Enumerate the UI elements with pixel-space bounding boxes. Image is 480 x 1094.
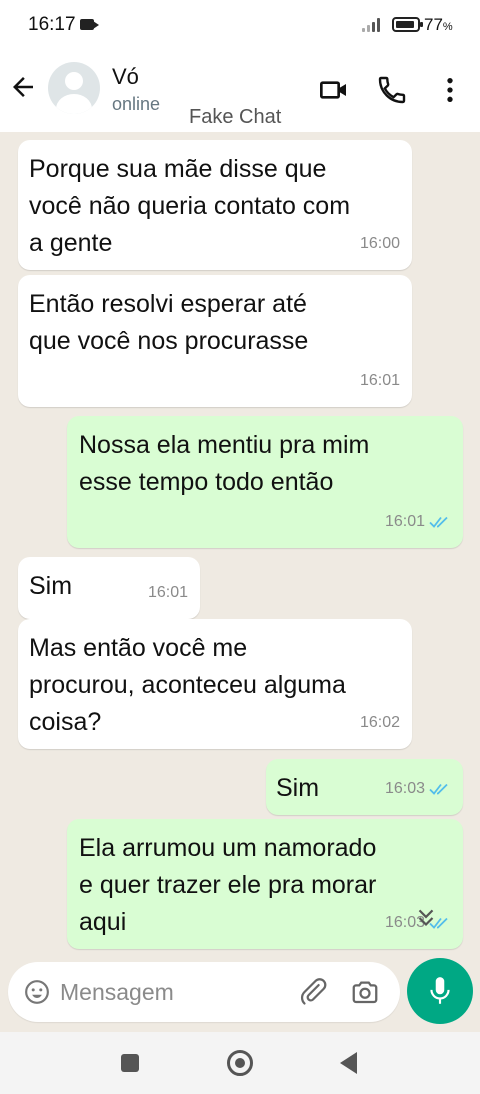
message-meta: 16:01 xyxy=(385,503,451,540)
message-bubble[interactable]: Mas então você me procurou, aconteceu al… xyxy=(18,619,412,749)
message-input[interactable] xyxy=(60,976,280,1008)
contact-status: online xyxy=(112,94,161,114)
message-time: 16:02 xyxy=(359,714,400,731)
message-meta: 16:03 xyxy=(385,770,451,807)
message-time: 16:01 xyxy=(384,513,425,530)
message-bubble[interactable]: Sim 16:01 xyxy=(18,557,200,619)
message-time: 16:03 xyxy=(384,780,425,797)
watermark-text: Fake Chat xyxy=(189,106,282,128)
scroll-down-icon[interactable] xyxy=(413,905,439,931)
video-call-icon[interactable] xyxy=(318,74,350,106)
avatar[interactable] xyxy=(48,62,100,114)
message-time: 16:00 xyxy=(359,235,400,252)
mic-icon xyxy=(430,977,450,1004)
message-bubble[interactable]: Sim 16:03 xyxy=(266,759,463,815)
double-check-icon xyxy=(429,516,448,528)
status-bar: 16:17 77% xyxy=(0,0,480,52)
message-input-container xyxy=(8,962,400,1022)
message-bubble[interactable]: Porque sua mãe disse que você não queria… xyxy=(18,140,412,270)
screen-record-icon xyxy=(80,19,99,30)
voice-record-button[interactable] xyxy=(407,958,473,1024)
composer-bar xyxy=(0,958,480,1032)
message-text: Nossa ela mentiu pra mim esse tempo todo… xyxy=(79,431,370,496)
home-button[interactable] xyxy=(227,1050,253,1076)
battery-unit: % xyxy=(442,21,453,33)
message-bubble[interactable]: Ela arrumou um namorado e quer trazer el… xyxy=(67,819,463,949)
recents-button[interactable] xyxy=(121,1054,139,1072)
nav-back-button[interactable] xyxy=(340,1052,357,1074)
chat-header: Vó online Fake Chat xyxy=(0,52,480,132)
status-time: 16:17 xyxy=(28,14,76,35)
system-nav-bar xyxy=(0,1032,480,1094)
battery-percent: 77% xyxy=(424,15,453,35)
message-bubble[interactable]: Nossa ela mentiu pra mim esse tempo todo… xyxy=(67,416,463,548)
battery-value: 77 xyxy=(424,15,443,34)
phone-icon[interactable] xyxy=(376,74,408,106)
emoji-icon[interactable] xyxy=(24,979,50,1005)
message-time: 16:01 xyxy=(147,584,188,601)
signal-icon xyxy=(362,18,384,32)
message-time: 16:01 xyxy=(359,372,400,389)
chat-area[interactable]: Porque sua mãe disse que você não queria… xyxy=(0,132,480,958)
contact-name[interactable]: Vó xyxy=(112,64,139,90)
more-vert-icon[interactable] xyxy=(434,74,466,106)
back-arrow-icon[interactable] xyxy=(8,72,38,102)
attach-icon[interactable] xyxy=(298,977,328,1007)
camera-icon[interactable] xyxy=(350,977,380,1007)
double-check-icon xyxy=(429,783,448,795)
message-bubble[interactable]: Então resolvi esperar até que você nos p… xyxy=(18,275,412,407)
message-text: Porque sua mãe disse que você não queria… xyxy=(29,155,351,257)
message-text: Então resolvi esperar até que você nos p… xyxy=(29,290,309,355)
battery-icon xyxy=(392,17,423,32)
message-text: Mas então você me procurou, aconteceu al… xyxy=(29,634,346,736)
